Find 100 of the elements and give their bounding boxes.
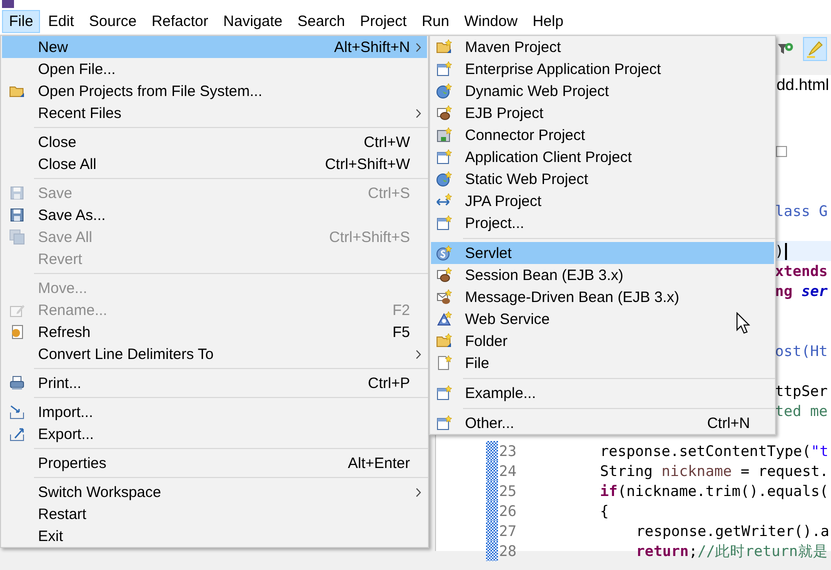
menu-bar-item[interactable]: Run	[414, 10, 456, 32]
shortcut-label: Alt+Enter	[348, 454, 410, 472]
triangle-icon	[436, 311, 452, 327]
line-number: 27	[498, 522, 518, 540]
text-cursor	[784, 242, 787, 260]
change-marker	[486, 441, 498, 461]
page-icon	[436, 355, 452, 371]
menu-item[interactable]: EJB Project	[431, 102, 774, 124]
line-number: 24	[498, 462, 518, 480]
menu-item[interactable]: Servlet	[431, 242, 774, 264]
window-icon	[436, 215, 452, 231]
menu-item[interactable]: Close All Ctrl+Shift+W	[2, 153, 427, 175]
bean-icon	[436, 105, 452, 121]
menu-bar-item[interactable]: Navigate	[216, 10, 290, 32]
menu-item[interactable]: Open File...	[2, 58, 427, 80]
import-icon	[9, 404, 25, 420]
change-marker	[486, 461, 498, 481]
menu-bar-item[interactable]: Refactor	[144, 10, 216, 32]
menu-item[interactable]: Example...	[431, 382, 774, 404]
menu-item[interactable]: Session Bean (EJB 3.x)	[431, 264, 774, 286]
line-number: 25	[498, 482, 518, 500]
shortcut-label: Ctrl+Shift+W	[324, 156, 410, 172]
bean-icon	[436, 267, 452, 283]
shortcut-label: Ctrl+W	[364, 134, 410, 150]
menu-item[interactable]: Switch Workspace	[2, 481, 427, 503]
menu-item[interactable]: Open Projects from File System...	[2, 80, 427, 102]
menu-item[interactable]: Application Client Project	[431, 146, 774, 168]
menu-item[interactable]: File	[431, 352, 774, 374]
envelope-icon	[436, 289, 452, 305]
menu-bar-item[interactable]: Help	[526, 10, 570, 32]
menu-item[interactable]: Save As...	[2, 204, 427, 226]
servlet-globe-icon	[436, 245, 452, 261]
menu-item[interactable]: Dynamic Web Project	[431, 80, 774, 102]
menu-item[interactable]: Restart	[2, 503, 427, 525]
menu-item[interactable]: Import...	[2, 401, 427, 423]
folder-icon	[436, 333, 452, 349]
shortcut-label: Ctrl+N	[707, 414, 750, 432]
code-line: response.setContentType("t	[600, 442, 828, 460]
window-icon	[436, 385, 452, 401]
folder-icon	[436, 39, 452, 55]
menu-item[interactable]: JPA Project	[431, 190, 774, 212]
code-line: lass G	[775, 202, 828, 220]
code-line: response.getWriter().a	[636, 522, 830, 540]
shortcut-label: F2	[392, 302, 410, 318]
menu-bar-item[interactable]: File	[2, 10, 40, 32]
connector-icon	[436, 127, 452, 143]
funnel-run-icon	[777, 41, 795, 57]
line-number: 23	[498, 442, 518, 460]
window-icon	[436, 149, 452, 165]
code-line: String nickname = request.	[600, 462, 828, 480]
code-line: )	[775, 242, 784, 260]
menu-item[interactable]: Static Web Project	[431, 168, 774, 190]
change-marker	[486, 481, 498, 501]
code-line: ttpSer	[775, 382, 828, 400]
window-icon	[436, 415, 452, 431]
menu-item[interactable]: Other... Ctrl+N	[431, 412, 774, 434]
menu-item[interactable]: Print... Ctrl+P	[2, 372, 427, 394]
menu-item[interactable]: Message-Driven Bean (EJB 3.x)	[431, 286, 774, 308]
menu-item[interactable]: Recent Files	[2, 102, 427, 124]
code-line: xtends	[775, 262, 828, 280]
globe-icon	[436, 83, 452, 99]
change-marker	[486, 541, 498, 561]
menu-bar-item[interactable]: Search	[290, 10, 352, 32]
menu-item[interactable]: New Alt+Shift+N	[2, 36, 427, 58]
menu-item[interactable]: Exit	[2, 525, 427, 547]
menu-item[interactable]: Web Service	[431, 308, 774, 330]
change-marker	[486, 501, 498, 521]
page-coin-icon	[9, 324, 25, 340]
code-line: ost(Ht	[775, 342, 828, 360]
pencil-icon	[9, 302, 25, 318]
menu-item[interactable]: Connector Project	[431, 124, 774, 146]
collapsed-code-marker-icon[interactable]	[776, 146, 787, 156]
app-icon	[2, 0, 14, 8]
export-icon	[9, 426, 25, 442]
menu-bar-item[interactable]: Window	[457, 10, 525, 32]
menu-bar-item[interactable]: Edit	[41, 10, 82, 32]
menu-item[interactable]: Refresh F5	[2, 321, 427, 343]
code-line: ng ser	[775, 282, 828, 300]
menu-item[interactable]: Close Ctrl+W	[2, 131, 427, 153]
window-icon	[436, 61, 452, 77]
shortcut-label: Ctrl+P	[368, 374, 410, 392]
menu-item[interactable]: Maven Project	[431, 36, 774, 58]
globe-icon	[436, 171, 452, 187]
shortcut-label: F5	[392, 324, 410, 340]
menu-bar-item[interactable]: Project	[353, 10, 414, 32]
menu-item[interactable]: Properties Alt+Enter	[2, 452, 427, 474]
shortcut-label: Ctrl+S	[368, 184, 410, 202]
code-line: if(nickname.trim().equals(	[600, 482, 828, 500]
code-line: {	[600, 502, 609, 520]
line-number: 26	[498, 502, 518, 520]
menu-item[interactable]: Convert Line Delimiters To	[2, 343, 427, 365]
menu-bar-item[interactable]: Source	[82, 10, 144, 32]
printer-icon	[9, 375, 25, 391]
menu-item[interactable]: Export...	[2, 423, 427, 445]
shortcut-label: Alt+Shift+N	[334, 38, 410, 56]
menu-item[interactable]: Project...	[431, 212, 774, 234]
menu-item[interactable]: Folder	[431, 330, 774, 352]
highlighter-icon	[806, 40, 824, 58]
code-line: ted me	[775, 402, 828, 420]
menu-item[interactable]: Enterprise Application Project	[431, 58, 774, 80]
